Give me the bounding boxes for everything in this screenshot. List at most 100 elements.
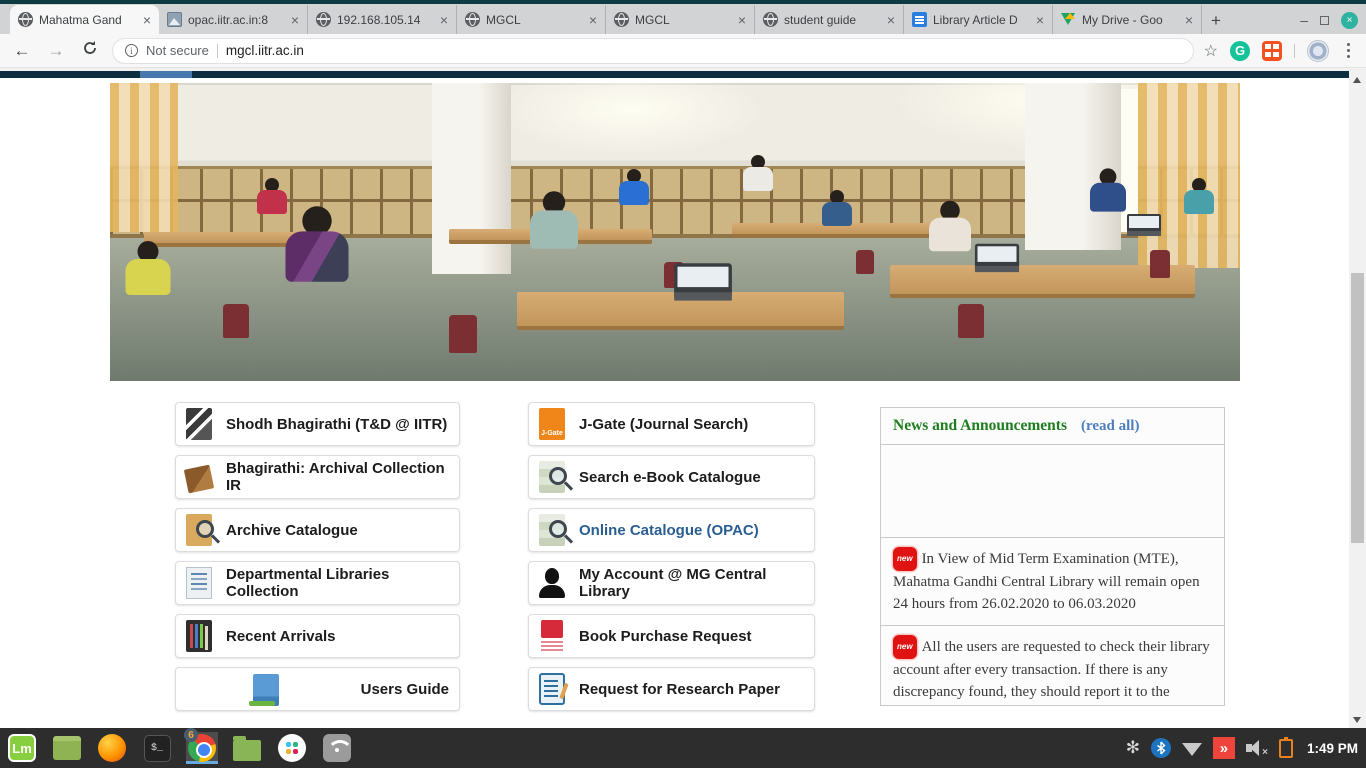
volume-muted-icon[interactable]: × — [1246, 738, 1268, 758]
photo-shape — [619, 169, 649, 205]
button-label: Book Purchase Request — [579, 628, 752, 645]
google-drive-icon — [1061, 12, 1076, 27]
close-icon[interactable]: × — [440, 13, 448, 27]
network-tool-launcher[interactable] — [321, 732, 353, 764]
folder-search-icon — [186, 514, 212, 546]
anydesk-icon[interactable]: » — [1213, 737, 1235, 759]
photo-shape — [1127, 214, 1161, 236]
back-button[interactable]: ← — [10, 41, 34, 61]
close-icon[interactable]: × — [1036, 13, 1044, 27]
google-docs-icon — [912, 12, 927, 27]
network-signal-icon[interactable] — [1182, 743, 1202, 756]
close-icon[interactable]: × — [143, 13, 151, 27]
read-all-link[interactable]: (read all) — [1081, 418, 1139, 435]
scrollbar-thumb[interactable] — [1351, 273, 1364, 543]
book-purchase-request-button[interactable]: Book Purchase Request — [528, 614, 815, 658]
close-icon[interactable]: × — [738, 13, 746, 27]
globe-icon — [18, 12, 33, 27]
jgate-button[interactable]: J-Gate J-Gate (Journal Search) — [528, 402, 815, 446]
window-count-badge: 6 — [184, 728, 198, 742]
photo-shape — [286, 206, 349, 282]
slack-launcher[interactable] — [276, 732, 308, 764]
new-badge: new — [893, 547, 917, 571]
firefox-icon — [98, 734, 126, 762]
security-label: Not secure — [146, 43, 209, 58]
bookmark-star-icon[interactable]: ☆ — [1204, 41, 1218, 61]
show-desktop-button[interactable] — [51, 732, 83, 764]
button-label: Search e-Book Catalogue — [579, 469, 761, 486]
site-navbar[interactable] — [0, 71, 1349, 78]
request-research-paper-button[interactable]: Request for Research Paper — [528, 667, 815, 711]
chrome-task-button[interactable]: 6 — [186, 732, 218, 764]
tab-label: Library Article D — [933, 13, 1030, 27]
scroll-up-arrow-icon[interactable] — [1353, 77, 1361, 83]
tab-mgcl-2[interactable]: MGCL × — [606, 5, 755, 34]
close-icon[interactable]: × — [589, 13, 597, 27]
minimize-button[interactable]: – — [1300, 12, 1308, 28]
grammarly-icon[interactable]: G — [1230, 41, 1250, 61]
my-account-button[interactable]: My Account @ MG Central Library — [528, 561, 815, 605]
button-label: My Account @ MG Central Library — [579, 566, 804, 600]
photo-shape — [223, 304, 249, 338]
extension-icon[interactable] — [1262, 41, 1282, 61]
archive-catalogue-button[interactable]: Archive Catalogue — [175, 508, 460, 552]
reload-button[interactable] — [78, 40, 102, 61]
tab-student-guide[interactable]: student guide × — [755, 5, 904, 34]
slack-tray-icon[interactable]: ✻ — [1126, 738, 1140, 758]
info-icon[interactable]: i — [125, 44, 138, 57]
search-ebook-button[interactable]: Search e-Book Catalogue — [528, 455, 815, 499]
photo-shape — [674, 263, 732, 300]
firefox-launcher[interactable] — [96, 732, 128, 764]
button-label: Shodh Bhagirathi (T&D @ IITR) — [226, 416, 447, 433]
forward-button[interactable]: → — [44, 41, 68, 61]
browser-tab-strip: Mahatma Gand × opac.iitr.ac.in:8 × 192.1… — [0, 0, 1366, 34]
photo-shape — [125, 241, 170, 295]
bookshelf-doc-icon — [186, 567, 212, 599]
tab-ip-address[interactable]: 192.168.105.14 × — [308, 5, 457, 34]
photo-shape — [257, 178, 287, 214]
recent-arrivals-button[interactable]: Recent Arrivals — [175, 614, 460, 658]
profile-avatar[interactable] — [1307, 40, 1329, 62]
tab-mgcl-1[interactable]: MGCL × — [457, 5, 606, 34]
terminal-launcher[interactable]: $_ — [141, 732, 173, 764]
close-icon[interactable]: × — [1185, 13, 1193, 27]
tab-opac[interactable]: opac.iitr.ac.in:8 × — [159, 5, 308, 34]
vertical-scrollbar[interactable] — [1349, 71, 1366, 728]
window-icon — [53, 736, 81, 760]
slack-icon — [278, 734, 306, 762]
bhagirathi-archival-button[interactable]: Bhagirathi: Archival Collection IR — [175, 455, 460, 499]
news-text: In View of Mid Term Examination (MTE), M… — [893, 551, 1200, 612]
clock[interactable]: 1:49 PM — [1307, 741, 1358, 756]
mint-menu-button[interactable]: Lm — [6, 732, 38, 764]
battery-icon[interactable] — [1279, 739, 1293, 758]
users-guide-button[interactable]: Users Guide — [175, 667, 460, 711]
image-icon — [167, 12, 182, 27]
globe-icon — [763, 12, 778, 27]
maximize-button[interactable] — [1320, 16, 1329, 25]
photo-shape — [1090, 169, 1126, 212]
tab-label: opac.iitr.ac.in:8 — [188, 13, 285, 27]
tab-library-article[interactable]: Library Article D × — [904, 5, 1053, 34]
photo-shape — [110, 83, 178, 232]
bluetooth-icon[interactable] — [1151, 738, 1171, 758]
departmental-libraries-button[interactable]: Departmental Libraries Collection — [175, 561, 460, 605]
url-text[interactable]: mgcl.iitr.ac.in — [226, 43, 304, 58]
window-close-button[interactable]: × — [1341, 12, 1358, 29]
scroll-down-arrow-icon[interactable] — [1353, 717, 1361, 723]
globe-icon — [465, 12, 480, 27]
menu-icon[interactable] — [1347, 49, 1350, 52]
tab-my-drive[interactable]: My Drive - Goo × — [1053, 5, 1202, 34]
shodh-bhagirathi-button[interactable]: Shodh Bhagirathi (T&D @ IITR) — [175, 402, 460, 446]
tab-mahatma-gandhi[interactable]: Mahatma Gand × — [10, 5, 159, 34]
address-bar[interactable]: i Not secure mgcl.iitr.ac.in — [112, 38, 1194, 64]
close-icon[interactable]: × — [887, 13, 895, 27]
globe-icon — [614, 12, 629, 27]
new-tab-button[interactable]: + — [1202, 8, 1230, 34]
online-catalogue-opac-button[interactable]: Online Catalogue (OPAC) — [528, 508, 815, 552]
news-header: News and Announcements (read all) — [881, 408, 1224, 445]
photo-shape — [1150, 250, 1170, 278]
jgate-icon: J-Gate — [539, 408, 565, 440]
search-books-icon — [539, 514, 565, 546]
close-icon[interactable]: × — [291, 13, 299, 27]
files-launcher[interactable] — [231, 732, 263, 764]
